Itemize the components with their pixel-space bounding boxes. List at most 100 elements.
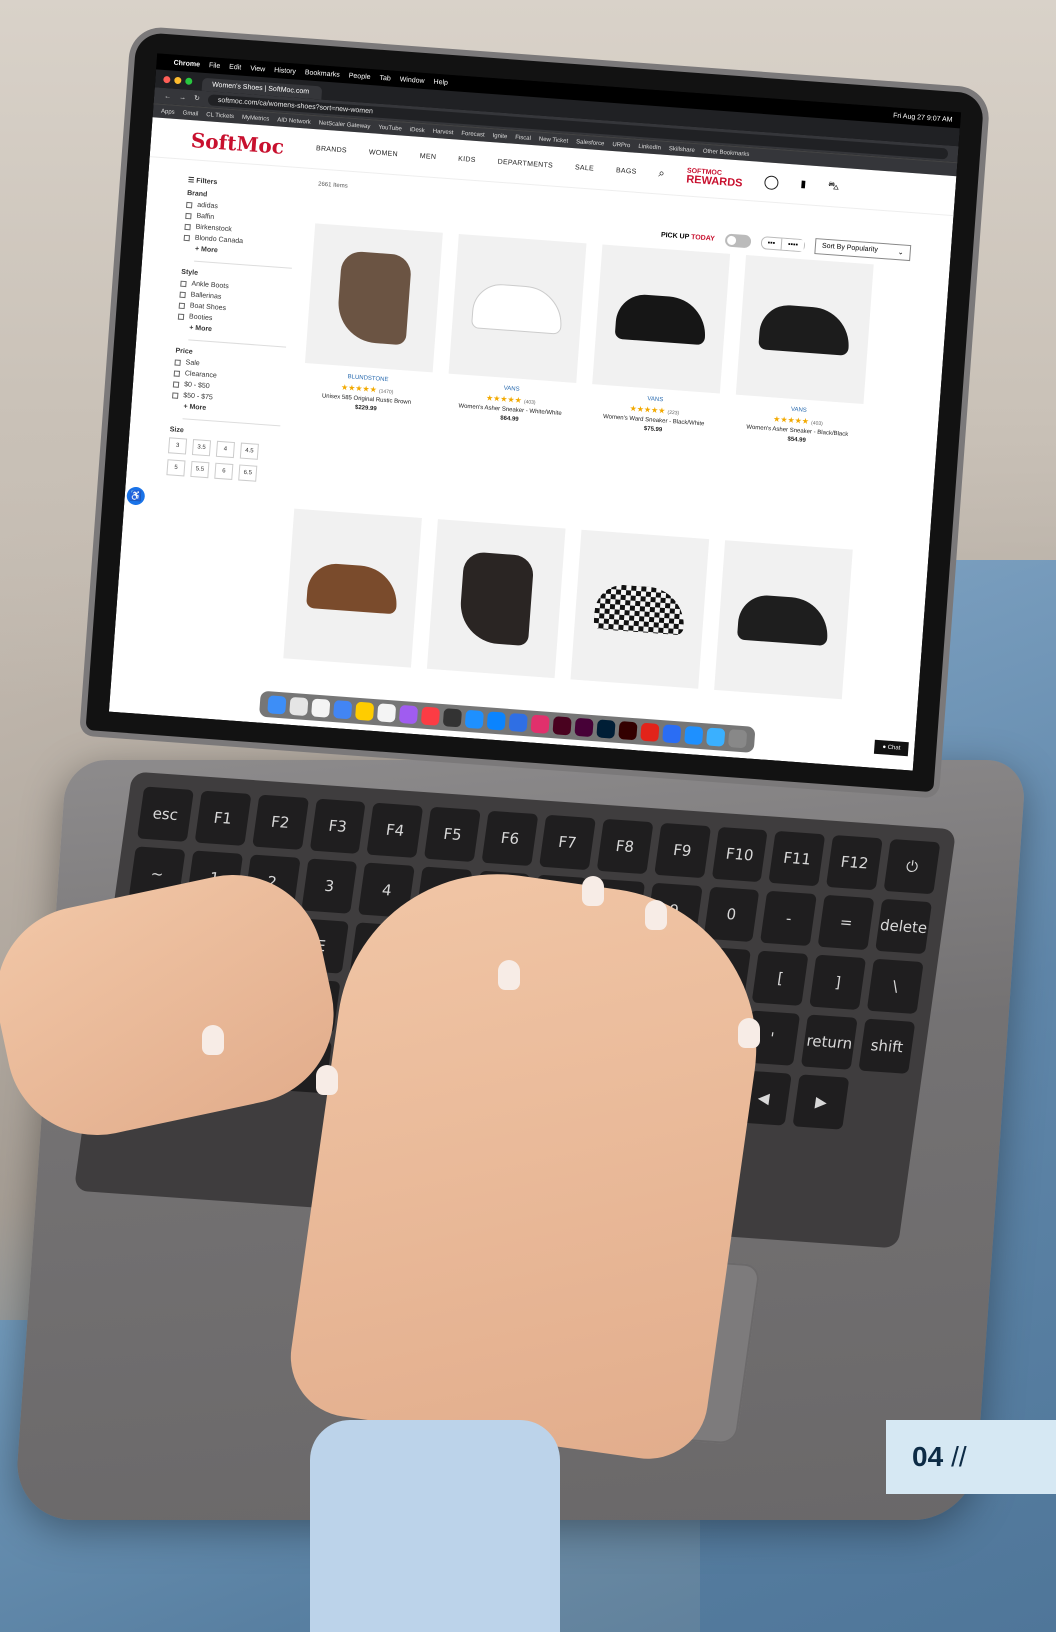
size-option[interactable]: 6.5 bbox=[238, 464, 258, 482]
key[interactable]: F4 bbox=[366, 802, 424, 858]
dock-app-icon[interactable] bbox=[640, 722, 660, 742]
key[interactable]: F3 bbox=[309, 798, 367, 854]
bookmark-item[interactable]: Apps bbox=[161, 108, 175, 115]
account-icon[interactable] bbox=[764, 174, 780, 190]
key[interactable]: shift bbox=[858, 1018, 916, 1074]
menu-window[interactable]: Window bbox=[399, 76, 424, 85]
bookmark-item[interactable]: Forecast bbox=[461, 130, 485, 138]
menu-file[interactable]: File bbox=[209, 62, 221, 70]
softmoc-logo[interactable]: SoftMoc bbox=[190, 128, 285, 159]
bookmark-item[interactable]: LinkedIn bbox=[638, 143, 661, 151]
product-image[interactable] bbox=[735, 255, 874, 405]
product-image[interactable] bbox=[592, 244, 731, 394]
dock-app-icon[interactable] bbox=[552, 716, 572, 736]
key[interactable]: - bbox=[760, 890, 818, 947]
bookmark-item[interactable]: Ignite bbox=[492, 133, 507, 140]
menu-history[interactable]: History bbox=[274, 66, 296, 75]
product-image[interactable] bbox=[283, 508, 422, 668]
dock-app-icon[interactable] bbox=[574, 717, 594, 738]
key[interactable]: F1 bbox=[194, 790, 252, 846]
grid-3-icon[interactable]: ▪▪▪ bbox=[761, 237, 781, 249]
nav-men[interactable]: MEN bbox=[420, 153, 437, 161]
checkbox[interactable] bbox=[186, 201, 193, 208]
minimize-window-icon[interactable] bbox=[174, 76, 182, 85]
chat-button[interactable]: ● Chat bbox=[873, 739, 909, 757]
checkbox[interactable] bbox=[177, 313, 185, 320]
dock-app-icon[interactable] bbox=[311, 698, 331, 718]
key[interactable]: ] bbox=[809, 954, 867, 1010]
size-option[interactable]: 3.5 bbox=[191, 439, 212, 457]
key[interactable]: = bbox=[817, 894, 875, 951]
size-option[interactable]: 3 bbox=[167, 437, 188, 455]
product-image[interactable] bbox=[304, 223, 443, 373]
nav-bags[interactable]: BAGS bbox=[616, 167, 637, 175]
bookmark-item[interactable]: Gmail bbox=[182, 110, 198, 117]
menu-people[interactable]: People bbox=[349, 72, 371, 81]
cart-icon[interactable]: ⛍ bbox=[827, 179, 840, 194]
app-name[interactable]: Chrome bbox=[173, 59, 200, 68]
size-option[interactable]: 5.5 bbox=[190, 460, 210, 479]
dock-app-icon[interactable] bbox=[684, 725, 704, 746]
store-icon[interactable]: ▮ bbox=[800, 179, 806, 190]
dock-app-icon[interactable] bbox=[596, 719, 616, 739]
menu-view[interactable]: View bbox=[250, 65, 266, 73]
dock-app-icon[interactable] bbox=[354, 701, 375, 721]
grid-4-icon[interactable]: ▪▪▪▪ bbox=[780, 238, 805, 251]
key[interactable]: 3 bbox=[300, 858, 358, 914]
bookmark-item[interactable]: Fiscal bbox=[515, 134, 531, 141]
menu-bookmarks[interactable]: Bookmarks bbox=[305, 69, 340, 79]
key[interactable]: ▶ bbox=[792, 1074, 850, 1130]
key[interactable]: F12 bbox=[826, 834, 883, 891]
product-card[interactable] bbox=[570, 529, 710, 697]
bookmark-item[interactable]: iDesk bbox=[410, 127, 425, 134]
grid-view-switch[interactable]: ▪▪▪ ▪▪▪▪ bbox=[760, 235, 806, 252]
checkbox[interactable] bbox=[178, 302, 186, 309]
product-image[interactable] bbox=[570, 529, 710, 689]
nav-brands[interactable]: BRANDS bbox=[316, 145, 347, 154]
key[interactable]: F7 bbox=[539, 814, 596, 871]
filter-more-link[interactable]: + More bbox=[194, 245, 294, 269]
product-card[interactable]: VANS ★★★★★ (403) Women's Asher Sneaker - W… bbox=[445, 233, 587, 427]
dock-app-icon[interactable] bbox=[727, 729, 748, 749]
forward-icon[interactable]: → bbox=[179, 94, 186, 101]
bookmark-item[interactable]: AID Network bbox=[277, 117, 311, 125]
filter-more-link[interactable]: + More bbox=[188, 324, 288, 348]
checkbox[interactable] bbox=[173, 369, 181, 377]
bookmark-item[interactable]: MyMetrics bbox=[242, 114, 270, 122]
product-card[interactable] bbox=[714, 540, 853, 707]
menu-tab[interactable]: Tab bbox=[379, 74, 391, 82]
bookmark-item[interactable]: New Ticket bbox=[539, 136, 569, 144]
dock-app-icon[interactable] bbox=[662, 724, 682, 744]
dock-app-icon[interactable] bbox=[706, 727, 726, 747]
bookmark-item[interactable]: Other Bookmarks bbox=[703, 148, 750, 157]
size-option[interactable]: 5 bbox=[166, 459, 186, 477]
dock-app-icon[interactable] bbox=[442, 708, 463, 728]
bookmark-item[interactable]: URPro bbox=[612, 141, 630, 148]
key[interactable]: delete bbox=[875, 898, 933, 955]
bookmark-item[interactable]: CL Tickets bbox=[206, 112, 234, 120]
filters-title[interactable]: ☰ Filters bbox=[188, 176, 298, 192]
pickup-toggle[interactable] bbox=[724, 232, 752, 248]
product-card[interactable]: VANS ★★★★★ (403) Women's Asher Sneaker - B… bbox=[733, 255, 874, 448]
checkbox[interactable] bbox=[179, 291, 186, 298]
key[interactable]: 0 bbox=[702, 886, 760, 943]
menu-edit[interactable]: Edit bbox=[229, 63, 242, 71]
dock-app-icon[interactable] bbox=[530, 714, 550, 734]
key[interactable]: return bbox=[801, 1014, 858, 1070]
checkbox[interactable] bbox=[183, 234, 191, 241]
dock-app-icon[interactable] bbox=[508, 712, 528, 733]
filter-more-link[interactable]: + More bbox=[182, 403, 282, 427]
reload-icon[interactable]: ↻ bbox=[194, 94, 200, 102]
checkbox[interactable] bbox=[172, 380, 180, 388]
nav-women[interactable]: WOMEN bbox=[369, 149, 399, 158]
product-card[interactable] bbox=[283, 508, 422, 676]
checkbox[interactable] bbox=[185, 212, 192, 219]
sort-select[interactable]: Sort By Popularity ⌄ bbox=[814, 238, 912, 262]
dock-app-icon[interactable] bbox=[486, 711, 506, 731]
checkbox[interactable] bbox=[184, 223, 191, 230]
product-image[interactable] bbox=[426, 519, 566, 679]
nav-departments[interactable]: DEPARTMENTS bbox=[497, 159, 553, 170]
key[interactable]: F11 bbox=[768, 830, 826, 887]
bookmark-item[interactable]: Harvest bbox=[433, 128, 454, 135]
close-window-icon[interactable] bbox=[163, 75, 171, 84]
